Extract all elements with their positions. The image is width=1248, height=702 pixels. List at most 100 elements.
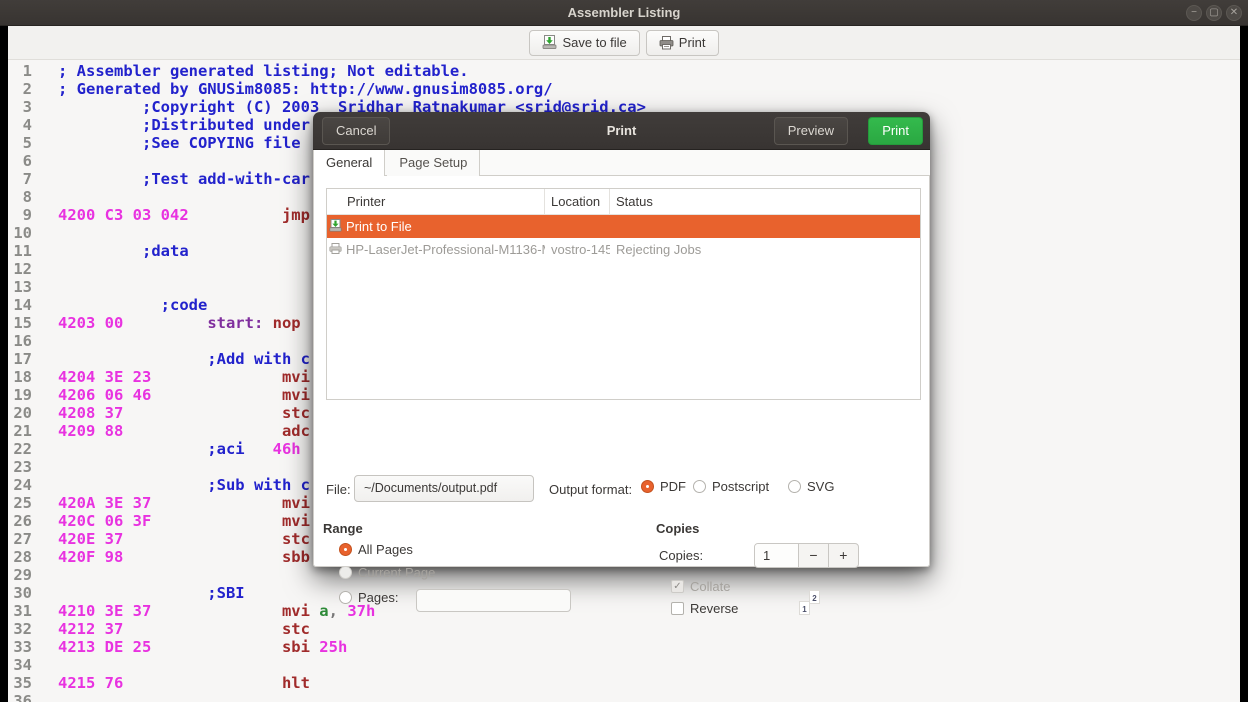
column-header-location: Location <box>545 189 610 214</box>
collate-preview-page-1: 1 <box>799 601 810 615</box>
line-number: 7 <box>8 170 32 188</box>
minimize-button[interactable]: − <box>1186 5 1202 21</box>
code-text: 4209 88 adc <box>58 422 310 440</box>
listing-line: 36 <box>8 692 1240 702</box>
line-number: 31 <box>8 602 32 620</box>
range-radio[interactable] <box>339 543 352 556</box>
cancel-button[interactable]: Cancel <box>322 117 390 145</box>
format-label: SVG <box>807 479 834 494</box>
code-text: 4203 00 start: nop <box>58 314 301 332</box>
printer-name: Print to File <box>346 219 412 234</box>
save-to-file-icon <box>542 35 557 50</box>
listing-line: 30 ;SBI <box>8 584 1240 602</box>
close-icon: ✕ <box>1230 7 1238 18</box>
code-text: 4212 37 stc <box>58 620 310 638</box>
format-radio-postscript[interactable] <box>693 480 706 493</box>
printer-icon <box>329 242 342 257</box>
range-option-label: Pages: <box>358 590 398 605</box>
close-button[interactable]: ✕ <box>1226 5 1242 21</box>
copies-value[interactable]: 1 <box>755 544 799 567</box>
code-segment: ;data <box>58 242 189 260</box>
printer-name-cell: Print to File <box>327 219 545 235</box>
code-segment: ; Assembler generated listing; Not edita… <box>58 62 469 80</box>
code-text: ;code <box>58 296 207 314</box>
line-number: 22 <box>8 440 32 458</box>
save-to-file-label: Save to file <box>562 35 626 50</box>
copies-decrement-button[interactable]: − <box>799 544 828 567</box>
line-number: 24 <box>8 476 32 494</box>
file-label: File: <box>326 482 351 497</box>
code-text: 420C 06 3F mvi <box>58 512 310 530</box>
code-segment: ;aci <box>58 440 245 458</box>
code-segment: mvi <box>151 368 310 386</box>
line-number: 17 <box>8 350 32 368</box>
toolbar: Save to file Print <box>8 26 1240 60</box>
right-edge-strip <box>1240 26 1248 702</box>
code-segment: adc <box>123 422 310 440</box>
tab-general[interactable]: General <box>313 150 385 177</box>
format-label: Postscript <box>712 479 769 494</box>
column-header-printer: Printer <box>327 189 545 214</box>
maximize-icon: ▢ <box>1209 7 1218 18</box>
line-number: 29 <box>8 566 32 584</box>
line-number: 4 <box>8 116 32 134</box>
print-dialog: Print Cancel Preview Print GeneralPage S… <box>313 112 930 567</box>
print-button[interactable]: Print <box>646 30 719 56</box>
range-option-current-page: Current Page <box>339 565 435 580</box>
preview-button[interactable]: Preview <box>774 117 848 145</box>
format-option-svg[interactable]: SVG <box>788 479 834 494</box>
range-option-all-pages[interactable]: All Pages <box>339 542 413 557</box>
code-segment: ;See COPYING file <box>58 134 301 152</box>
code-segment: sbb <box>123 548 310 566</box>
printer-icon <box>659 36 674 50</box>
printer-list: PrinterLocationStatusPrint to FileHP-Las… <box>326 188 921 400</box>
line-number: 30 <box>8 584 32 602</box>
line-number: 36 <box>8 692 32 702</box>
code-segment: mvi <box>151 512 310 530</box>
format-option-pdf[interactable]: PDF <box>641 479 686 494</box>
code-segment: sbi <box>151 638 310 656</box>
dialog-print-button[interactable]: Print <box>868 117 923 145</box>
collate-checkbox: ✓ <box>671 580 684 593</box>
range-option-pages-[interactable]: Pages: <box>339 590 398 605</box>
printer-row[interactable]: HP-LaserJet-Professional-M1136-MFPvostro… <box>327 238 920 261</box>
printer-name: HP-LaserJet-Professional-M1136-MFP <box>346 242 545 257</box>
line-number: 13 <box>8 278 32 296</box>
print-dialog-header: Print Cancel Preview Print <box>313 112 930 150</box>
copies-heading: Copies <box>656 521 699 536</box>
range-radio <box>339 566 352 579</box>
code-text: ;Add with c <box>58 350 310 368</box>
format-radio-pdf[interactable] <box>641 480 654 493</box>
listing-line: 1; Assembler generated listing; Not edit… <box>8 62 1240 80</box>
print-label: Print <box>679 35 706 50</box>
printer-row[interactable]: Print to File <box>327 215 920 238</box>
minimize-icon: − <box>1191 7 1197 18</box>
code-segment: , <box>329 602 338 620</box>
collate-preview-page-2: 2 <box>809 590 820 604</box>
code-segment: 25h <box>310 638 347 656</box>
code-segment: mvi <box>151 602 310 620</box>
window-controls: − ▢ ✕ <box>1186 5 1242 21</box>
pages-entry[interactable] <box>416 589 571 612</box>
format-radio-svg[interactable] <box>788 480 801 493</box>
maximize-button[interactable]: ▢ <box>1206 5 1222 21</box>
line-number: 35 <box>8 674 32 692</box>
save-to-file-button[interactable]: Save to file <box>529 30 639 56</box>
listing-line: 354215 76 hlt <box>8 674 1240 692</box>
range-radio[interactable] <box>339 591 352 604</box>
listing-line: 324212 37 stc <box>8 620 1240 638</box>
line-number: 25 <box>8 494 32 512</box>
code-segment: a <box>310 602 329 620</box>
code-text: ;Test add-with-car <box>58 170 310 188</box>
code-segment: stc <box>123 404 310 422</box>
code-segment: 4212 37 <box>58 620 123 638</box>
copies-increment-button[interactable]: + <box>829 544 858 567</box>
code-segment: 4206 06 46 <box>58 386 151 404</box>
titlebar: Assembler Listing − ▢ ✕ <box>0 0 1248 26</box>
reverse-checkbox[interactable] <box>671 602 684 615</box>
code-segment: 4204 3E 23 <box>58 368 151 386</box>
code-segment: 4213 DE 25 <box>58 638 151 656</box>
file-chooser-button[interactable]: ~/Documents/output.pdf <box>354 475 534 502</box>
tab-page-setup[interactable]: Page Setup <box>387 150 480 176</box>
format-option-postscript[interactable]: Postscript <box>693 479 769 494</box>
